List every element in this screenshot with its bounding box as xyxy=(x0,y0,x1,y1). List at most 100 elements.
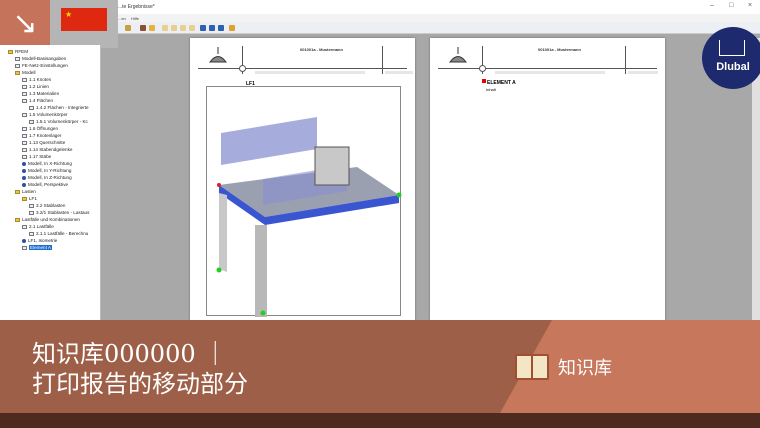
tree-item-label: Element A xyxy=(29,245,52,250)
table-icon xyxy=(22,147,27,152)
tree-item-label: 1.7 Knotenlager xyxy=(29,133,62,138)
tree-item[interactable]: 1.13 Querschnitte xyxy=(22,140,65,145)
tree-item[interactable]: 2.1 Lastfälle xyxy=(22,224,54,229)
model-icon xyxy=(22,175,26,180)
tree-item[interactable]: LF1, Isometrie xyxy=(22,238,57,243)
tree-item[interactable]: Modell, Perspektive xyxy=(22,182,68,187)
page-icon[interactable] xyxy=(180,25,186,31)
bottom-strip xyxy=(0,413,760,428)
tree-item[interactable]: 3.2 Stablasten xyxy=(29,203,65,208)
tree-item-label: 1.4 Flächen xyxy=(29,98,54,103)
menu-item[interactable]: ...en xyxy=(118,16,126,21)
page-icon[interactable] xyxy=(171,25,177,31)
table-icon xyxy=(22,112,27,117)
toolbar-icon[interactable] xyxy=(140,25,146,31)
tree-item[interactable]: LF1 xyxy=(22,196,37,201)
tree-item-label: 1.4.2 Flächen - Integrierte xyxy=(36,105,89,110)
project-title: 001001a - Mustermann xyxy=(300,47,343,52)
table-icon xyxy=(29,119,34,124)
tree-item[interactable]: 1.7 Knotenlager xyxy=(22,133,61,138)
table-icon xyxy=(15,56,20,61)
tree-item-label: Modell, In Z-Richtung xyxy=(28,175,72,180)
tree-item[interactable]: 1.6 Öffnungen xyxy=(22,126,58,131)
menu-help[interactable]: Hilfe xyxy=(131,16,139,21)
tree-item[interactable]: 1.4.2 Flächen - Integrierte xyxy=(29,105,89,110)
tree-item-label: Modell xyxy=(22,70,36,75)
knowledge-base-label: 知识库 xyxy=(558,358,612,379)
tree-item[interactable]: 1.3 Materialien xyxy=(22,91,59,96)
arrow-down-right-icon: ↘ xyxy=(0,0,50,48)
tree-item[interactable]: Modell-Basisangaben xyxy=(15,56,66,61)
tree-item[interactable]: 2.1.1 Lastfälle - Berechnu xyxy=(29,231,88,236)
tree-item[interactable]: RFEM xyxy=(8,49,28,54)
page-icon[interactable] xyxy=(189,25,195,31)
move-icon[interactable] xyxy=(218,25,224,31)
table-icon xyxy=(22,77,27,82)
toolbar-icon[interactable] xyxy=(125,25,131,31)
tree-item[interactable]: Modell, In X-Richtung xyxy=(22,161,72,166)
tree-item[interactable]: 1.5 Volumenkörper xyxy=(22,112,68,117)
report-navigator-tree[interactable]: RFEM Modell-Basisangaben FE-Netz-Einstellu… xyxy=(0,45,101,320)
tree-item[interactable]: 3.2/1 Stablasten - Lastaus xyxy=(29,210,89,215)
table-icon xyxy=(22,98,27,103)
tree-item-label: 1.13 Querschnitte xyxy=(29,140,66,145)
section-sub: Inhalt xyxy=(486,87,496,92)
table-icon xyxy=(22,154,27,159)
model-image xyxy=(206,86,402,317)
tree-item-label: Lastfälle und Kombinationen xyxy=(22,217,80,222)
table-icon xyxy=(22,91,27,96)
window-title: ...te Ergebnisse* xyxy=(118,4,155,10)
tree-item[interactable]: Element A xyxy=(22,245,52,250)
tree-item[interactable]: 1.1 Knoten xyxy=(22,77,51,82)
move-icon[interactable] xyxy=(200,25,206,31)
tree-item[interactable]: 1.14 Stabendgelenke xyxy=(22,147,72,152)
tree-item[interactable]: 1.2 Linien xyxy=(22,84,49,89)
folder-icon xyxy=(22,196,27,201)
tree-item[interactable]: Modell, In Z-Richtung xyxy=(22,175,72,180)
tree-item-label: FE-Netz-Einstellungen xyxy=(22,63,68,68)
close-button[interactable]: × xyxy=(748,2,752,9)
language-overlay: ↘ ★ xyxy=(0,0,118,48)
tree-item-label: Modell-Basisangaben xyxy=(22,56,67,61)
logo-icon xyxy=(209,47,227,63)
tree-item[interactable]: 1.4 Flächen xyxy=(22,98,53,103)
folder-icon xyxy=(15,70,20,75)
tree-item[interactable]: Lastfälle und Kombinationen xyxy=(15,217,80,222)
tree-item-label: Lasten xyxy=(22,189,36,194)
move-icon[interactable] xyxy=(209,25,215,31)
minimize-button[interactable]: – xyxy=(710,2,714,9)
tree-item-label: 1.5.1 Volumenkörper - Kc xyxy=(36,119,88,124)
table-icon xyxy=(29,231,34,236)
tree-item-label: 1.17 Stäbe xyxy=(29,154,52,159)
tree-item-label: 1.5 Volumenkörper xyxy=(29,112,68,117)
model-icon xyxy=(22,238,26,243)
table-icon xyxy=(15,63,20,68)
project-title: 001001a - Mustermann xyxy=(538,47,581,52)
tree-item[interactable]: FE-Netz-Einstellungen xyxy=(15,63,68,68)
china-flag-icon: ★ xyxy=(61,8,107,31)
table-icon xyxy=(29,203,34,208)
maximize-button[interactable]: □ xyxy=(729,2,733,9)
tree-item-label: RFEM xyxy=(15,49,29,54)
model-icon xyxy=(22,182,26,187)
toolbar-icon[interactable] xyxy=(149,25,155,31)
settings-icon[interactable] xyxy=(229,25,235,31)
logo-icon xyxy=(449,47,467,63)
tree-item[interactable]: Modell, In Y-Richtung xyxy=(22,168,71,173)
model-icon xyxy=(22,161,26,166)
tree-item-label: Modell, Perspektive xyxy=(28,182,69,187)
tree-item[interactable]: Modell xyxy=(15,70,36,75)
tree-item-label: 3.2 Stablasten xyxy=(36,203,66,208)
table-icon xyxy=(22,245,27,250)
folder-icon xyxy=(15,217,20,222)
tree-item-label: 1.6 Öffnungen xyxy=(29,126,59,131)
table-icon xyxy=(22,126,27,131)
tree-item-label: 1.1 Knoten xyxy=(29,77,52,82)
page-icon[interactable] xyxy=(162,25,168,31)
tree-item[interactable]: Lasten xyxy=(15,189,36,194)
tree-item-label: Modell, In X-Richtung xyxy=(28,161,72,166)
tree-item[interactable]: 1.17 Stäbe xyxy=(22,154,51,159)
tree-item[interactable]: 1.5.1 Volumenkörper - Kc xyxy=(29,119,88,124)
folder-icon xyxy=(15,189,20,194)
banner-title-line2: 打印报告的移动部分 xyxy=(32,370,248,398)
